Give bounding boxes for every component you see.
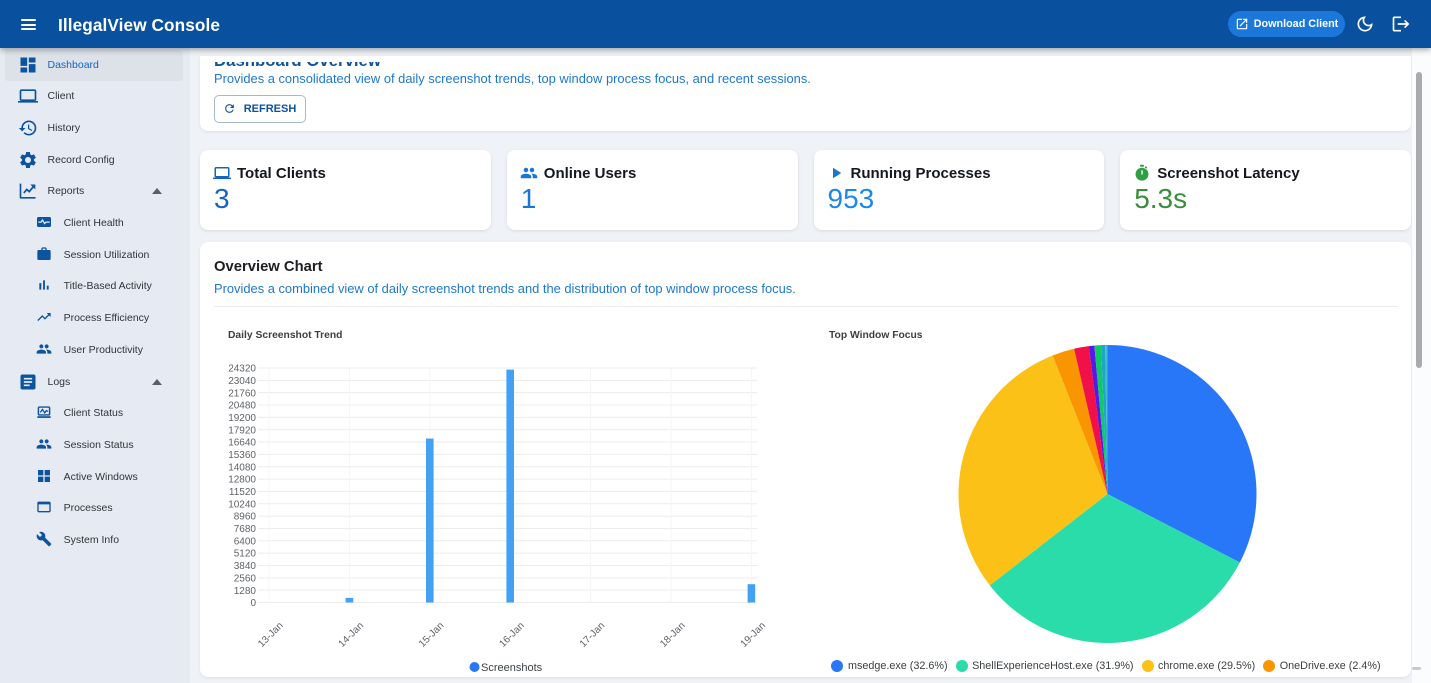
svg-text:15360: 15360 [228,450,256,461]
svg-text:2560: 2560 [234,573,257,584]
svg-text:18-Jan: 18-Jan [658,620,687,649]
svg-text:7680: 7680 [234,524,257,535]
svg-text:10240: 10240 [228,499,256,510]
svg-text:0: 0 [250,598,256,609]
svg-text:19200: 19200 [228,413,256,424]
svg-text:3840: 3840 [234,561,257,572]
svg-text:11520: 11520 [229,487,257,498]
svg-text:17-Jan: 17-Jan [578,620,607,649]
svg-text:1280: 1280 [234,586,257,597]
svg-text:12800: 12800 [228,475,256,486]
svg-text:24320: 24320 [228,364,256,375]
svg-text:14-Jan: 14-Jan [337,620,366,649]
svg-text:16640: 16640 [228,438,256,449]
svg-text:15-Jan: 15-Jan [417,620,446,649]
svg-text:14080: 14080 [228,462,256,473]
svg-text:13-Jan: 13-Jan [256,620,285,649]
svg-text:8960: 8960 [234,512,257,523]
svg-text:23040: 23040 [228,376,256,387]
svg-text:16-Jan: 16-Jan [497,620,526,649]
svg-text:21760: 21760 [228,388,256,399]
svg-text:17920: 17920 [228,425,256,436]
svg-text:Screenshots: Screenshots [481,662,543,674]
svg-text:20480: 20480 [228,401,256,412]
svg-text:19-Jan: 19-Jan [739,620,768,649]
svg-text:6400: 6400 [234,536,257,547]
svg-text:5120: 5120 [234,549,257,560]
